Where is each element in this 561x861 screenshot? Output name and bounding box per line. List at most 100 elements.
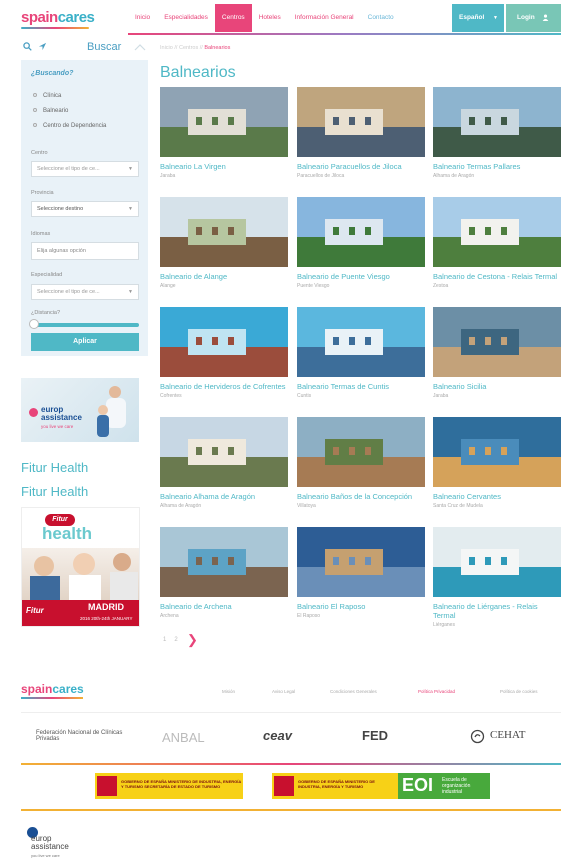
balneario-title[interactable]: Balneario de Hervideros de Cofrentes <box>160 382 288 391</box>
balneario-photo[interactable] <box>160 417 288 487</box>
balneario-card[interactable]: Balneario Baños de la Concepción Villatoy… <box>297 417 425 509</box>
partner-ceav[interactable]: ceav <box>263 728 292 743</box>
provincia-select[interactable]: Seleccione destino ▼ <box>31 201 139 217</box>
centro-select[interactable]: Seleccione el tipo de ce... ▼ <box>31 161 139 177</box>
language-selector[interactable]: Español ▼ <box>452 4 504 32</box>
radio-dot <box>33 123 37 128</box>
distancia-slider-thumb[interactable] <box>29 319 39 329</box>
footer-link-condiciones[interactable]: Condiciones Generales <box>330 689 377 694</box>
footer-logo[interactable]: spaincares <box>21 682 84 696</box>
balneario-card[interactable]: Balneario de Puente Viesgo Puente Viesgo <box>297 197 425 289</box>
partner-fed[interactable]: FED <box>362 728 388 743</box>
radio-label: Balneario <box>43 108 69 114</box>
balneario-title[interactable]: Balneario Termas Pallares <box>433 162 561 171</box>
nav-inicio[interactable]: Inicio <box>128 4 157 32</box>
pagination: 1 2 ❯ <box>163 632 198 647</box>
balneario-card[interactable]: Balneario Termas de Cuntis Cuntis <box>297 307 425 399</box>
gov-logo-1[interactable]: GOBIERNO DE ESPAÑA MINISTERIO DE INDUSTR… <box>95 773 243 799</box>
nav-especialidades[interactable]: Especialidades <box>157 4 215 32</box>
balneario-title[interactable]: Balneario Cervantes <box>433 492 561 501</box>
gov-logo-2[interactable]: GOBIERNO DE ESPAÑA MINISTERIO DE INDUSTR… <box>272 773 398 799</box>
balneario-card[interactable]: Balneario de Cestona - Relais Termal Zest… <box>433 197 561 289</box>
fitur-health-link-2[interactable]: Fitur Health <box>21 484 88 499</box>
radio-centro-dependencia[interactable]: Centro de Dependencia <box>33 123 106 129</box>
centro-value: Seleccione el tipo de ce... <box>37 166 100 172</box>
radio-balneario[interactable]: Balneario <box>33 108 68 114</box>
balneario-title[interactable]: Balneario Sicilia <box>433 382 561 391</box>
balneario-photo[interactable] <box>433 197 561 267</box>
nav-contacto[interactable]: Contacto <box>361 4 401 32</box>
partner-anbal[interactable]: ANBAL <box>162 730 205 745</box>
idiomas-label: Idiomas <box>31 231 51 237</box>
balneario-photo[interactable] <box>297 527 425 597</box>
balneario-photo[interactable] <box>297 197 425 267</box>
balneario-photo[interactable] <box>160 197 288 267</box>
site-logo[interactable]: spaincares <box>21 9 95 26</box>
fitur-health-ad[interactable]: Fitur health Fitur MADRID 2016 20th-24th… <box>21 507 140 627</box>
balneario-card[interactable]: Balneario de Liérganes - Relais Termal Li… <box>433 527 561 628</box>
especialidad-select[interactable]: Seleccione el tipo de ce... ▼ <box>31 284 139 300</box>
nav-informacion-general[interactable]: Información General <box>288 4 361 32</box>
fitur-dates: 2016 20th-24th JANUARY <box>80 616 133 621</box>
balneario-photo[interactable] <box>433 527 561 597</box>
balneario-title[interactable]: Balneario Alhama de Aragón <box>160 492 288 501</box>
balneario-card[interactable]: Balneario de Hervideros de Cofrentes Cofr… <box>160 307 288 399</box>
chevron-up-icon[interactable] <box>134 43 146 51</box>
fitur-health-link-1[interactable]: Fitur Health <box>21 460 88 475</box>
footer-link-cookies[interactable]: Política de cookies <box>500 689 538 694</box>
login-button[interactable]: Login <box>506 4 561 32</box>
balneario-photo[interactable] <box>160 87 288 157</box>
balneario-photo[interactable] <box>433 417 561 487</box>
balneario-card[interactable]: Balneario Alhama de Aragón Alhama de Arag… <box>160 417 288 509</box>
chevron-right-icon[interactable]: ❯ <box>187 632 198 648</box>
balneario-title[interactable]: Balneario Paracuellos de Jiloca <box>297 162 425 171</box>
balneario-title[interactable]: Balneario Baños de la Concepción <box>297 492 425 501</box>
page-2[interactable]: 2 <box>174 637 177 643</box>
partner-fed-clinicas[interactable]: Federación Nacional de Clínicas Privadas <box>36 730 126 742</box>
balneario-photo[interactable] <box>433 307 561 377</box>
balneario-card[interactable]: Balneario Termas Pallares Alhama de Aragó… <box>433 87 561 179</box>
nav-hoteles[interactable]: Hoteles <box>252 4 288 32</box>
breadcrumb-balnearios: Balnearios <box>204 45 231 51</box>
balneario-card[interactable]: Balneario La Virgen Jaraba <box>160 87 288 179</box>
balneario-title[interactable]: Balneario El Raposo <box>297 602 425 611</box>
balneario-photo[interactable] <box>160 307 288 377</box>
partner-cehat[interactable]: CEHAT <box>490 729 525 741</box>
footer-europ-text: europ assistance you live we care <box>31 835 69 860</box>
balneario-title[interactable]: Balneario La Virgen <box>160 162 288 171</box>
balneario-card[interactable]: Balneario Paracuellos de Jiloca Paracuell… <box>297 87 425 179</box>
balneario-title[interactable]: Balneario de Alange <box>160 272 288 281</box>
nav-centros[interactable]: Centros <box>214 4 252 32</box>
user-icon <box>542 14 548 21</box>
idiomas-input[interactable]: Elija algunas opción <box>31 242 139 260</box>
footer-link-mision[interactable]: Misión <box>222 689 235 694</box>
footer-europ-logo[interactable]: europ assistance you live we care <box>27 825 87 861</box>
balneario-title[interactable]: Balneario de Liérganes - Relais Termal <box>433 602 561 620</box>
balneario-card[interactable]: Balneario Sicilia Jaraba <box>433 307 561 399</box>
page-1[interactable]: 1 <box>163 637 166 643</box>
eoi-logo[interactable]: EOI Escuela de organización industrial <box>398 773 490 799</box>
footer-link-aviso-legal[interactable]: Aviso Legal <box>272 689 295 694</box>
breadcrumb-sep: // <box>199 45 203 51</box>
balneario-title[interactable]: Balneario de Archena <box>160 602 288 611</box>
balneario-title[interactable]: Balneario de Cestona - Relais Termal <box>433 272 561 281</box>
balneario-title[interactable]: Balneario Termas de Cuntis <box>297 382 425 391</box>
breadcrumb-centros[interactable]: Centros <box>179 45 198 51</box>
apply-button[interactable]: Aplicar <box>31 333 139 351</box>
europ-assistance-ad[interactable]: europ assistance you live we care <box>21 378 139 442</box>
balneario-card[interactable]: Balneario de Archena Archena <box>160 527 288 619</box>
balneario-photo[interactable] <box>433 87 561 157</box>
radio-clinica[interactable]: Clínica <box>33 93 61 99</box>
distancia-slider-track[interactable] <box>31 323 139 327</box>
balneario-card[interactable]: Balneario Cervantes Santa Cruz de Mudela <box>433 417 561 509</box>
balneario-photo[interactable] <box>297 417 425 487</box>
balneario-card[interactable]: Balneario de Alange Alange <box>160 197 288 289</box>
footer-link-privacidad[interactable]: Política Privacidad <box>418 689 455 694</box>
balneario-photo[interactable] <box>160 527 288 597</box>
breadcrumb-inicio[interactable]: Inicio <box>160 45 173 51</box>
search-toggle[interactable]: Buscar <box>21 40 148 56</box>
balneario-photo[interactable] <box>297 307 425 377</box>
balneario-title[interactable]: Balneario de Puente Viesgo <box>297 272 425 281</box>
balneario-card[interactable]: Balneario El Raposo El Raposo <box>297 527 425 619</box>
balneario-photo[interactable] <box>297 87 425 157</box>
